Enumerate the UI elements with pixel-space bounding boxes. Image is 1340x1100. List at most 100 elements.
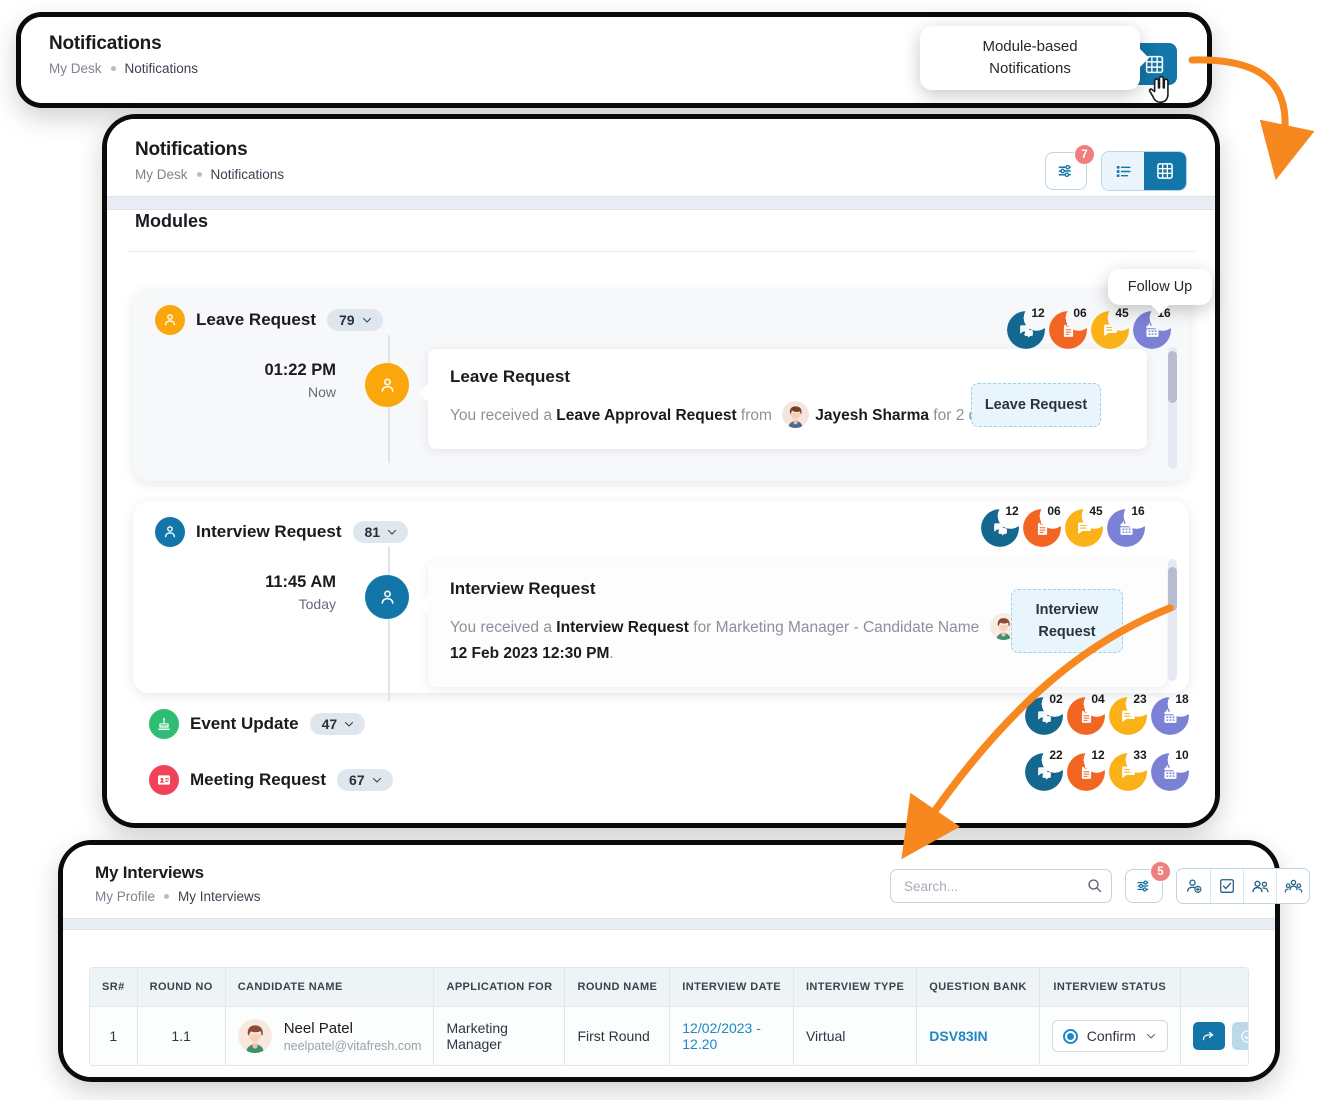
- tooltip-pointer: [1139, 48, 1149, 68]
- grid-view-button[interactable]: [1144, 152, 1186, 190]
- module-count-badge[interactable]: 81: [353, 521, 409, 543]
- cell-question-bank[interactable]: DSV83IN: [917, 1007, 1039, 1066]
- count-bubble[interactable]: 33: [1109, 753, 1147, 791]
- breadcrumb-parent[interactable]: My Desk: [49, 61, 102, 76]
- tooltip-line-1: Module-based: [982, 36, 1077, 58]
- module-row-meeting-request[interactable]: Meeting Request 67: [149, 765, 393, 795]
- table-header-row: SR# ROUND NO CANDIDATE NAME APPLICATION …: [90, 968, 1249, 1007]
- follow-up-tooltip: Follow Up: [1108, 269, 1212, 305]
- breadcrumb-parent[interactable]: My Profile: [95, 889, 155, 904]
- breadcrumb: My Desk Notifications: [135, 167, 1187, 182]
- add-person-button[interactable]: [1177, 869, 1210, 903]
- module-count-badge[interactable]: 67: [337, 769, 393, 791]
- search-input[interactable]: [890, 869, 1112, 903]
- count-value: 06: [1069, 306, 1091, 320]
- card-scrollbar[interactable]: [1168, 559, 1177, 681]
- text-part-1: You received a: [450, 619, 556, 636]
- module-row-event-update[interactable]: Event Update 47: [149, 709, 365, 739]
- candidate-email: neelpatel@vitafresh.com: [284, 1039, 422, 1053]
- timeline-avatar-icon: [365, 575, 409, 619]
- count-bubble[interactable]: 02: [1025, 697, 1063, 735]
- list-view-button[interactable]: [1102, 152, 1144, 190]
- column-header-interview-date: INTERVIEW DATE: [670, 968, 794, 1007]
- count-bubble[interactable]: 16: [1133, 311, 1171, 349]
- count-bubble[interactable]: 10: [1151, 753, 1189, 791]
- check-circle-icon: [1240, 1029, 1249, 1044]
- checkbox-icon: [1218, 877, 1236, 895]
- count-bubble[interactable]: 16: [1107, 509, 1145, 547]
- count-value: 12: [1027, 306, 1049, 320]
- count-bubble[interactable]: 22: [1025, 753, 1063, 791]
- card-scrollbar-thumb[interactable]: [1168, 351, 1177, 403]
- filter-button[interactable]: 5: [1125, 869, 1163, 903]
- filter-count-badge: 7: [1074, 144, 1095, 165]
- count-bubble[interactable]: 23: [1109, 697, 1147, 735]
- module-count-badge[interactable]: 47: [310, 713, 366, 735]
- count-bubble[interactable]: 12: [981, 509, 1019, 547]
- count-bubble[interactable]: 04: [1067, 697, 1105, 735]
- module-based-notifications-tooltip: Module-based Notifications: [920, 26, 1140, 90]
- my-interviews-toolbar: 5: [890, 868, 1310, 904]
- text-part-2: from: [737, 407, 777, 424]
- module-name: Meeting Request: [190, 770, 326, 790]
- count-bubble[interactable]: 12: [1007, 311, 1045, 349]
- view-toggle-group: [1101, 151, 1187, 191]
- count-bubble[interactable]: 12: [1067, 753, 1105, 791]
- approve-action-button[interactable]: [1232, 1022, 1249, 1050]
- tooltip-label: Follow Up: [1128, 279, 1192, 295]
- count-bubble[interactable]: 06: [1049, 311, 1087, 349]
- header-divider-band: [63, 918, 1275, 930]
- count-value: 45: [1085, 504, 1107, 518]
- chevron-down-icon: [371, 774, 383, 786]
- search-field[interactable]: [890, 869, 1112, 903]
- avatar: [238, 1019, 272, 1053]
- module-count-value: 79: [339, 312, 355, 328]
- cell-interview-date[interactable]: 12/02/2023 - 12.20: [670, 1007, 794, 1066]
- notification-row: 11:45 AM Today Interview Request You rec…: [133, 547, 1189, 701]
- card-scrollbar[interactable]: [1168, 347, 1177, 469]
- cell-application-for: Marketing Manager: [434, 1007, 565, 1066]
- cell-candidate-name: Neel Patel neelpatel@vitafresh.com: [225, 1007, 434, 1066]
- cake-icon: [149, 709, 179, 739]
- module-count-badge[interactable]: 79: [327, 309, 383, 331]
- text-part-4: .: [609, 645, 613, 662]
- person-name: Jayesh Sharma: [815, 407, 929, 424]
- count-bubble[interactable]: 18: [1151, 697, 1189, 735]
- count-bubble[interactable]: 45: [1091, 311, 1129, 349]
- filter-button[interactable]: 7: [1045, 152, 1087, 190]
- text-bold-2: 12 Feb 2023 12:30 PM: [450, 645, 609, 662]
- forward-action-button[interactable]: [1193, 1022, 1225, 1050]
- column-header-round-no: ROUND NO: [137, 968, 225, 1007]
- checkbox-button[interactable]: [1210, 869, 1243, 903]
- cell-round-no: 1.1: [137, 1007, 225, 1066]
- notification-time-value: 01:22 PM: [133, 361, 336, 380]
- breadcrumb-separator-dot: [111, 66, 116, 71]
- count-value: 16: [1127, 504, 1149, 518]
- section-title-modules: Modules: [135, 211, 208, 232]
- group-people-button[interactable]: [1276, 869, 1309, 903]
- breadcrumb-parent[interactable]: My Desk: [135, 167, 188, 182]
- cta-label: Leave Request: [985, 394, 1087, 416]
- column-header-candidate-name: CANDIDATE NAME: [225, 968, 434, 1007]
- count-bubble[interactable]: 45: [1065, 509, 1103, 547]
- count-value: 22: [1045, 748, 1067, 762]
- breadcrumb-current: My Interviews: [178, 889, 261, 904]
- screenshot-root: Notifications My Desk Notifications Modu…: [0, 0, 1340, 1100]
- count-bubble[interactable]: 06: [1023, 509, 1061, 547]
- sliders-icon: [1056, 161, 1076, 181]
- sliders-icon: [1135, 877, 1153, 895]
- count-value: 02: [1045, 692, 1067, 706]
- people-tools-group: [1176, 868, 1310, 904]
- card-scrollbar-thumb[interactable]: [1168, 567, 1177, 611]
- page-title: Notifications: [135, 139, 1187, 161]
- module-counts-leave-request: 12 06 45 16: [1007, 311, 1171, 349]
- interview-request-cta-button[interactable]: Interview Request: [1011, 589, 1123, 653]
- count-value: 12: [1001, 504, 1023, 518]
- chevron-down-icon: [1145, 1030, 1157, 1042]
- cell-actions: [1180, 1007, 1249, 1066]
- interview-status-select[interactable]: Confirm: [1052, 1020, 1168, 1052]
- section-divider: [127, 251, 1195, 252]
- forward-icon: [1201, 1029, 1216, 1044]
- leave-request-cta-button[interactable]: Leave Request: [971, 383, 1101, 427]
- two-people-button[interactable]: [1243, 869, 1276, 903]
